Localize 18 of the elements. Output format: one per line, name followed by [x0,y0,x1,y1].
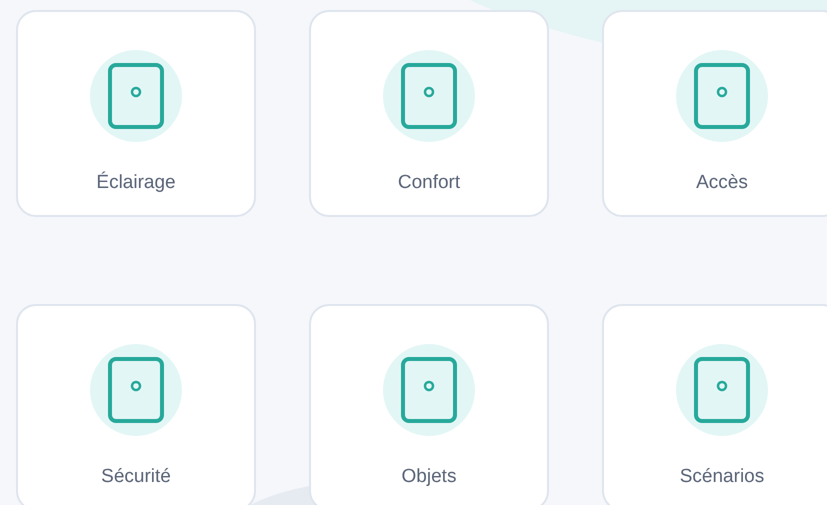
door-icon [108,357,164,423]
door-icon [694,357,750,423]
door-icon [401,357,457,423]
door-icon [108,63,164,129]
door-icon [694,63,750,129]
tile-label: Scénarios [680,466,764,488]
tile-label: Accès [696,172,748,194]
category-tile[interactable]: Éclairage [16,10,256,217]
category-tile[interactable]: Confort [309,10,549,217]
tile-label: Éclairage [96,172,176,194]
tile-label: Sécurité [101,466,171,488]
tile-label: Objets [402,466,456,488]
category-tile[interactable]: Objets [309,304,549,505]
category-tile[interactable]: Accès [602,10,827,217]
category-tile[interactable]: Scénarios [602,304,827,505]
door-icon [401,63,457,129]
tile-label: Confort [398,172,460,194]
category-tile[interactable]: Sécurité [16,304,256,505]
